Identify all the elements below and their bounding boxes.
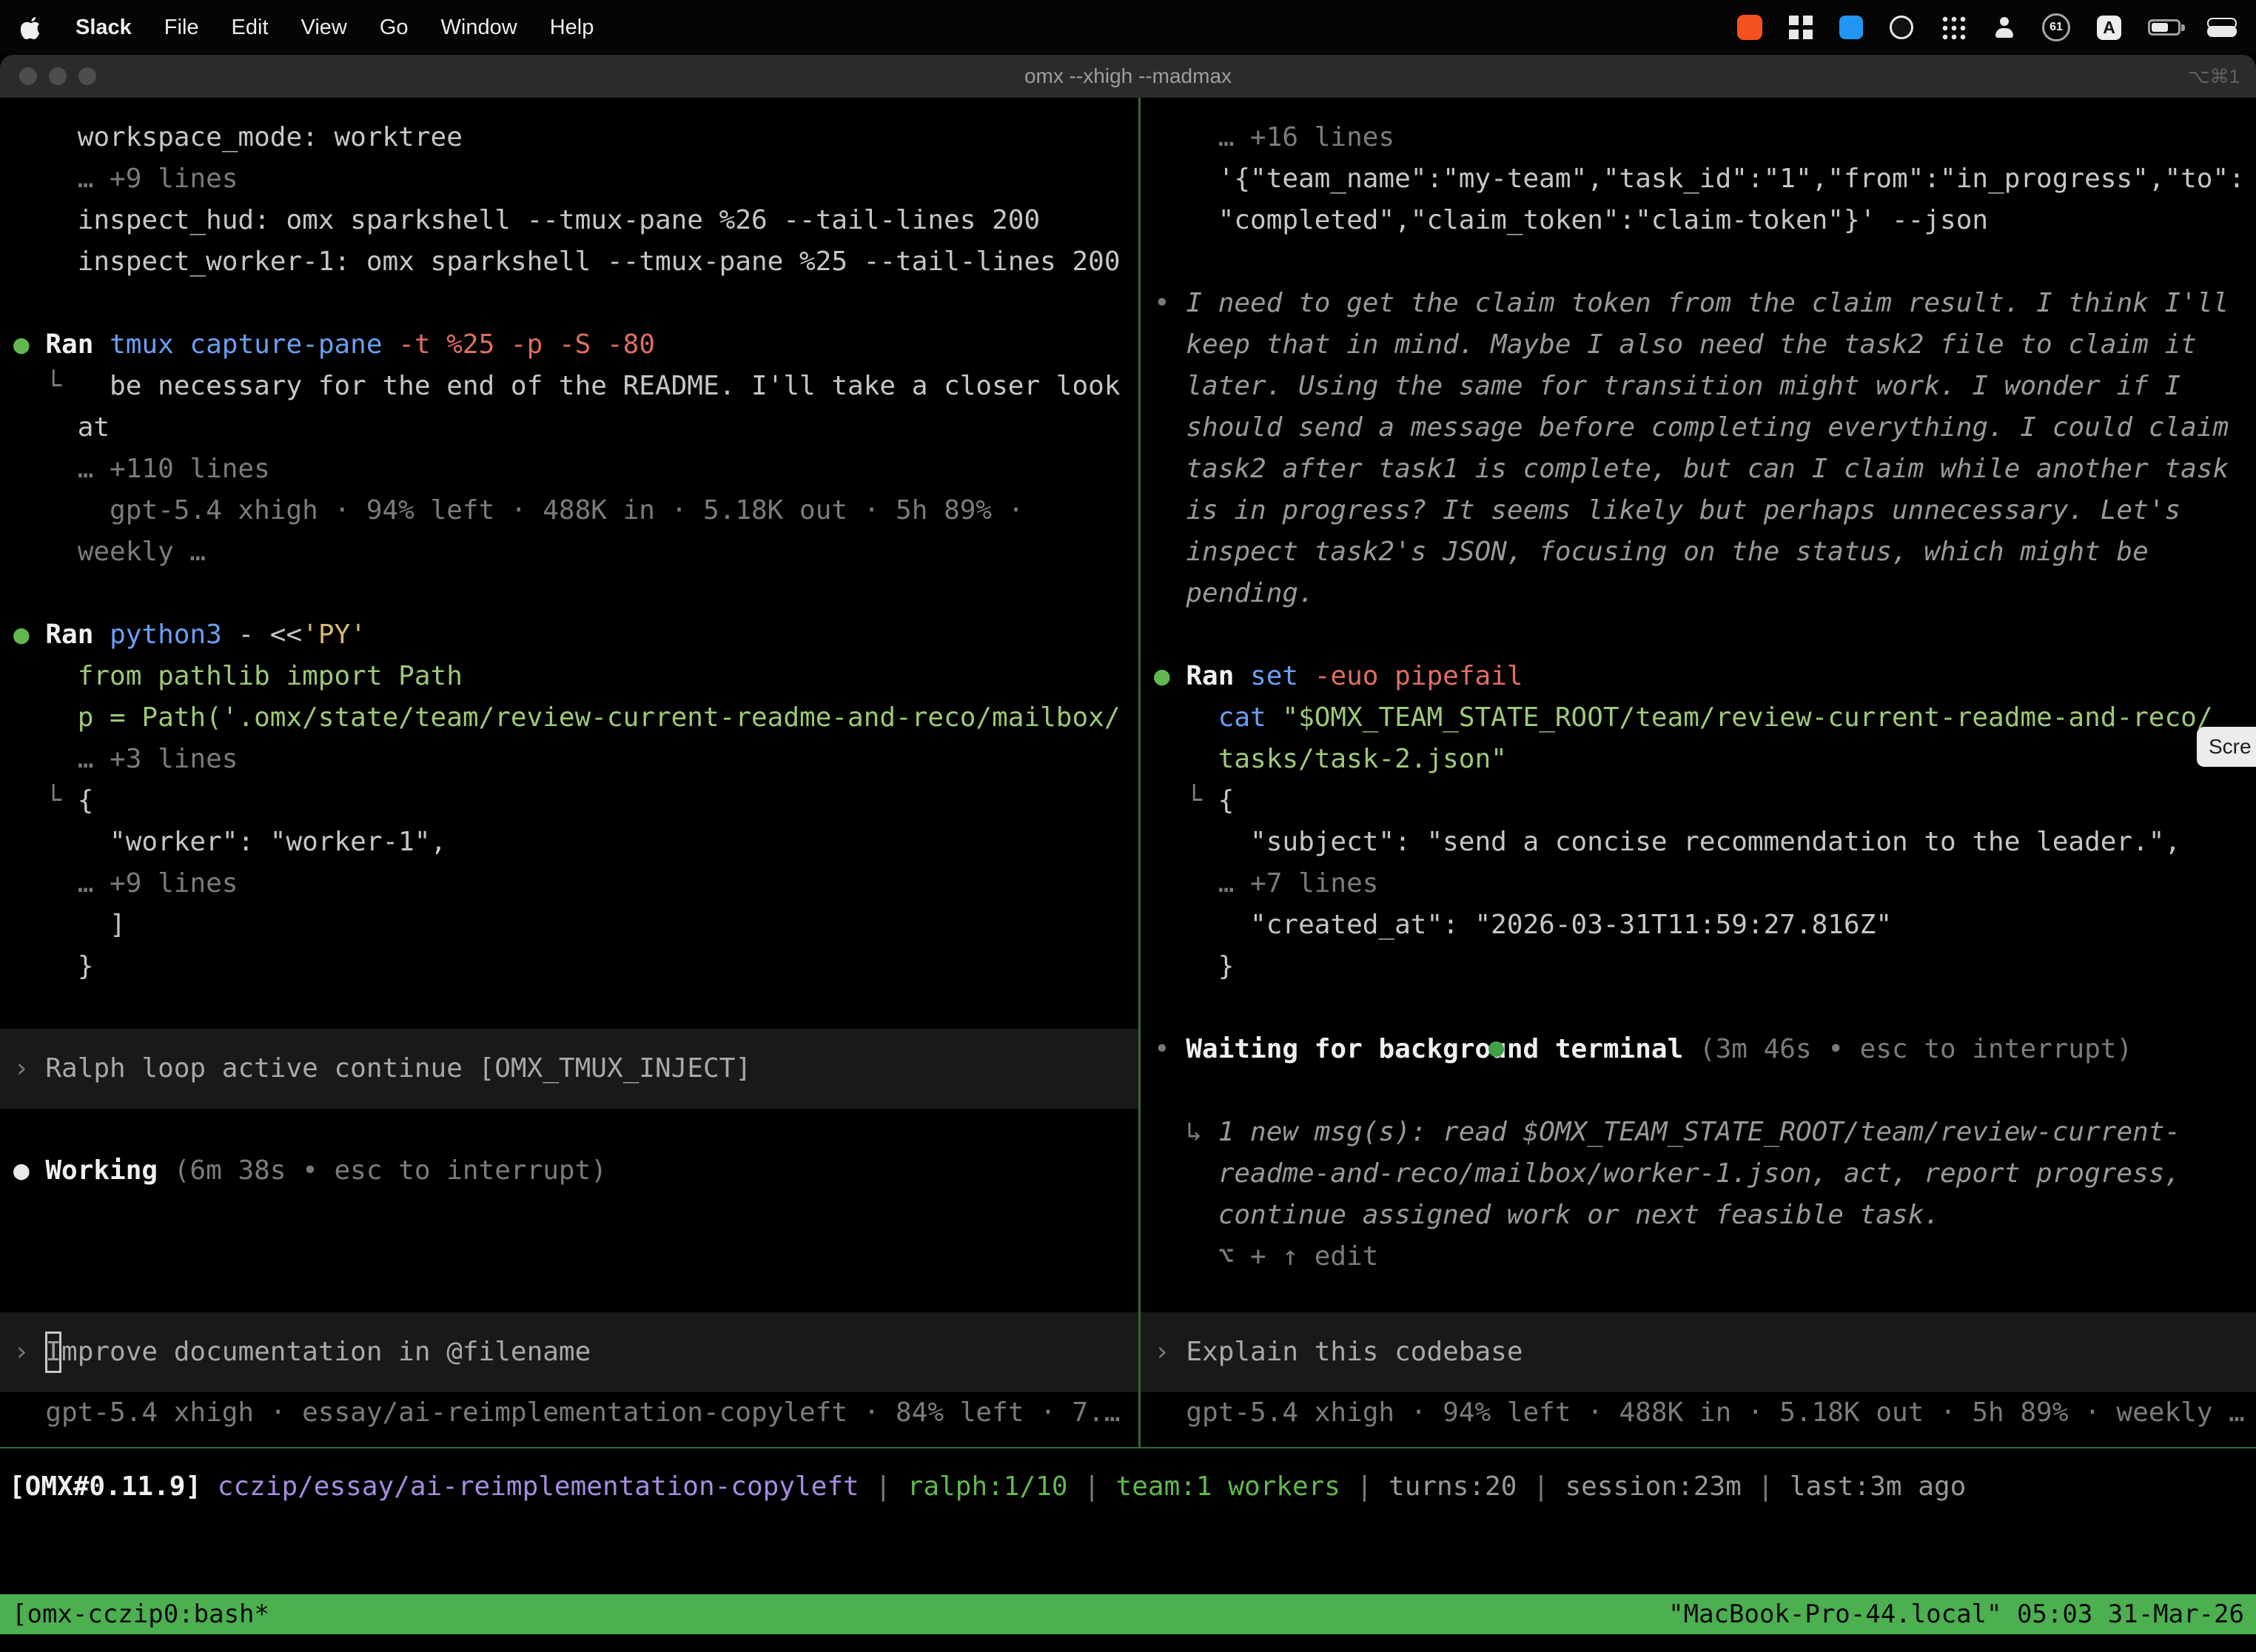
terminal-line: ⌥ + ↑ edit	[1154, 1236, 2250, 1277]
terminal-line: … +9 lines	[13, 863, 1132, 904]
blue-app-icon[interactable]	[1839, 16, 1863, 39]
status-icons: 61 A	[1737, 13, 2235, 41]
spinner-dot-icon	[1488, 1041, 1504, 1057]
terminal-line: "worker": "worker-1",	[13, 822, 1132, 863]
prompt-suggestion[interactable]: › Ralph loop active continue [OMX_TMUX_I…	[0, 1029, 1138, 1109]
screenshot-tooltip: Scre	[2197, 727, 2256, 767]
terminal-line: … +16 lines	[1154, 117, 2250, 158]
terminal-line: at	[13, 407, 1132, 449]
terminal-line: inspect_worker-1: omx sparkshell --tmux-…	[13, 241, 1132, 283]
window-shortcut-hint: ⌥⌘1	[2188, 65, 2240, 88]
terminal-window: omx --xhigh --madmax ⌥⌘1 workspace_mode:…	[0, 55, 2256, 1652]
terminal-line: ● Working (6m 38s • esc to interrupt)	[13, 1150, 1132, 1192]
terminal-line: "created_at": "2026-03-31T11:59:27.816Z"	[1154, 904, 2250, 946]
pane-bottom-group: › Improve documentation in @filename gpt…	[13, 1312, 1132, 1434]
blank-line	[1154, 614, 2250, 656]
terminal-line: … +7 lines	[1154, 863, 2250, 904]
battery-gauge[interactable]: 61	[2042, 13, 2070, 41]
terminal-line: "subject": "send a concise recommendatio…	[1154, 822, 2250, 863]
blank-line	[13, 1109, 1132, 1150]
github-icon[interactable]	[1890, 16, 1913, 39]
terminal-line: readme-and-reco/mailbox/worker-1.json, a…	[1154, 1153, 2250, 1195]
prompt-suggestion[interactable]: › Improve documentation in @filename	[0, 1312, 1138, 1392]
pane-bottom-group: › Explain this codebase gpt-5.4 xhigh · …	[1154, 1312, 2250, 1434]
tmux-status-bar: [omx-cczip0:bash* "MacBook-Pro-44.local"…	[0, 1594, 2256, 1634]
menu-item-window[interactable]: Window	[441, 16, 517, 40]
terminal-line: continue assigned work or next feasible …	[1154, 1195, 2250, 1236]
menu-item-edit[interactable]: Edit	[232, 16, 269, 40]
terminal-line: inspect task2's JSON, focusing on the st…	[1154, 531, 2250, 573]
blank-line	[1154, 241, 2250, 283]
terminal-line: ]	[13, 904, 1132, 946]
terminal-line: ● Ran tmux capture-pane -t %25 -p -S -80	[13, 324, 1132, 366]
blank-line	[1154, 1070, 2250, 1112]
terminal-line: '{"team_name":"my-team","task_id":"1","f…	[1154, 158, 2250, 200]
terminal-line: inspect_hud: omx sparkshell --tmux-pane …	[13, 200, 1132, 241]
terminal-line: tasks/task-2.json"	[1154, 739, 2250, 780]
grid-icon[interactable]	[1789, 16, 1813, 39]
terminal-line: weekly …	[13, 531, 1132, 573]
apple-logo-icon[interactable]	[21, 15, 43, 40]
battery-icon[interactable]	[2148, 19, 2181, 36]
terminal-line: is in progress? It seems likely but perh…	[1154, 490, 2250, 531]
terminal-line: • I need to get the claim token from the…	[1154, 283, 2250, 324]
blank-line	[13, 573, 1132, 614]
terminal-line: from pathlib import Path	[13, 656, 1132, 697]
menu-bar: Slack File Edit View Go Window Help 61 A	[0, 0, 2256, 55]
tmux-panes: workspace_mode: worktree … +9 lines insp…	[0, 98, 2256, 1448]
blank-line	[1154, 987, 2250, 1029]
prompt-suggestion-text: › Improve documentation in @filename	[13, 1332, 1132, 1373]
terminal-line: }	[13, 946, 1132, 987]
terminal-line: task2 after task1 is complete, but can I…	[1154, 449, 2250, 490]
person-icon[interactable]	[1993, 16, 2015, 39]
menu-item-view[interactable]: View	[301, 16, 347, 40]
terminal-line: ● Ran python3 - <<'PY'	[13, 614, 1132, 656]
terminal-line: keep that in mind. Maybe I also need the…	[1154, 324, 2250, 366]
terminal-line: └ be necessary for the end of the README…	[13, 366, 1132, 407]
terminal-line: gpt-5.4 xhigh · 94% left · 488K in · 5.1…	[1154, 1392, 2250, 1434]
tmux-session-label: [omx-cczip0:bash*	[12, 1599, 269, 1629]
blank-line	[13, 987, 1132, 1029]
blank-line	[13, 283, 1132, 324]
prompt-suggestion-text: › Explain this codebase	[1154, 1332, 2250, 1373]
terminal-line: ● Ran set -euo pipefail	[1154, 656, 2250, 697]
letter-a-icon[interactable]: A	[2097, 16, 2121, 40]
omx-status-line: [OMX#0.11.9] cczip/essay/ai-reimplementa…	[0, 1466, 2256, 1508]
terminal-line: workspace_mode: worktree	[13, 117, 1132, 158]
window-title: omx --xhigh --madmax	[0, 64, 2256, 88]
window-titlebar[interactable]: omx --xhigh --madmax ⌥⌘1	[0, 55, 2256, 98]
menu-item-go[interactable]: Go	[380, 16, 409, 40]
menu-item-help[interactable]: Help	[550, 16, 594, 40]
terminal-line: … +9 lines	[13, 158, 1132, 200]
terminal-line: gpt-5.4 xhigh · essay/ai-reimplementatio…	[13, 1392, 1132, 1434]
menu-items: File Edit View Go Window Help	[164, 16, 594, 40]
terminal-line: }	[1154, 946, 2250, 987]
prompt-suggestion-text: › Ralph loop active continue [OMX_TMUX_I…	[13, 1048, 1132, 1089]
prompt-suggestion[interactable]: › Explain this codebase	[1141, 1312, 2256, 1392]
menu-left: Slack File Edit View Go Window Help	[21, 15, 594, 40]
dots-grid-icon[interactable]	[1940, 14, 1967, 41]
terminal-line: cat "$OMX_TEAM_STATE_ROOT/team/review-cu…	[1154, 697, 2250, 739]
screen: Slack File Edit View Go Window Help 61 A omx -…	[0, 0, 2256, 1652]
terminal-line: └ {	[1154, 780, 2250, 822]
control-center-icon[interactable]	[2207, 17, 2235, 38]
terminal-line: └ {	[13, 780, 1132, 822]
terminal-line: gpt-5.4 xhigh · 94% left · 488K in · 5.1…	[13, 490, 1132, 531]
terminal-line: "completed","claim_token":"claim-token"}…	[1154, 200, 2250, 241]
terminal-line: pending.	[1154, 573, 2250, 614]
tmux-host-clock: "MacBook-Pro-44.local" 05:03 31-Mar-26	[1668, 1599, 2244, 1629]
terminal-line: ↳ 1 new msg(s): read $OMX_TEAM_STATE_ROO…	[1154, 1112, 2250, 1153]
terminal-line: … +3 lines	[13, 739, 1132, 780]
terminal-line: should send a message before completing …	[1154, 407, 2250, 449]
terminal-line: • Waiting for background terminal (3m 46…	[1154, 1029, 2250, 1070]
terminal-line: … +110 lines	[13, 449, 1132, 490]
terminal-pane-right[interactable]: … +16 lines '{"team_name":"my-team","tas…	[1141, 98, 2256, 1447]
terminal-line: p = Path('.omx/state/team/review-current…	[13, 697, 1132, 739]
active-app-name[interactable]: Slack	[75, 16, 132, 40]
menu-item-file[interactable]: File	[164, 16, 199, 40]
terminal-line: later. Using the same for transition mig…	[1154, 366, 2250, 407]
recording-indicator[interactable]	[1737, 15, 1762, 40]
terminal-pane-left[interactable]: workspace_mode: worktree … +9 lines insp…	[0, 98, 1138, 1447]
